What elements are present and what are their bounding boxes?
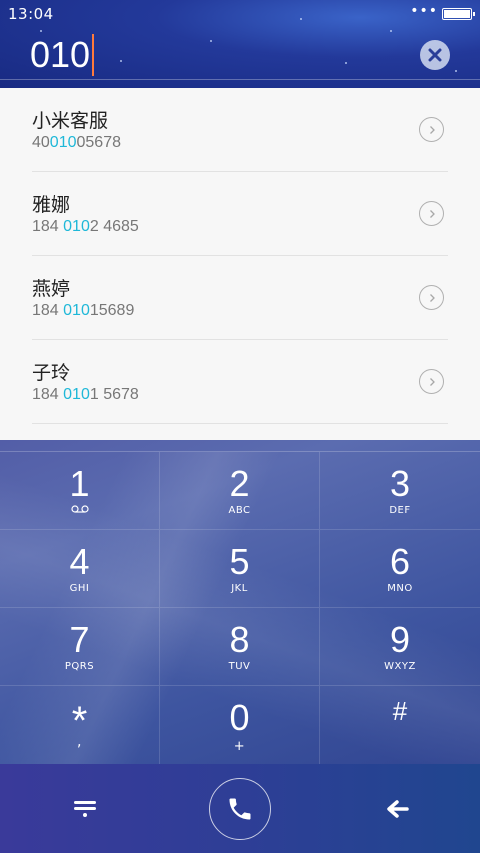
contact-name: 子玲 [32, 362, 71, 384]
key-0[interactable]: 0 + [160, 686, 320, 764]
chevron-right-icon [429, 209, 435, 218]
dial-number-text: 010 [30, 34, 91, 75]
key-9[interactable]: 9 WXYZ [320, 608, 480, 686]
key-4[interactable]: 4 GHI [0, 530, 160, 608]
backspace-button[interactable] [382, 794, 412, 824]
chevron-right-icon [429, 377, 435, 386]
match-highlight: 010 [63, 386, 90, 403]
chevron-right-icon [429, 293, 435, 302]
contact-item[interactable]: 雅娜 184 0102 4685 [32, 172, 448, 256]
key-hash[interactable]: # [320, 686, 480, 764]
key-7[interactable]: 7 PQRS [0, 608, 160, 686]
bottom-action-bar [0, 764, 480, 853]
status-dots: ••• [410, 3, 438, 19]
dial-keypad: 1 2 ABC 3 DEF 4 GHI 5 JKL 6 MNO 7 PQRS 8… [0, 452, 480, 764]
contact-name: 小米客服 [32, 110, 109, 132]
contact-item[interactable]: 小米客服 4001005678 [32, 88, 448, 172]
chevron-right-icon [429, 125, 435, 134]
contact-number: 184 0101 5678 [32, 386, 139, 403]
contact-detail-button[interactable] [419, 117, 444, 142]
header-divider [0, 79, 480, 80]
contact-detail-button[interactable] [419, 369, 444, 394]
contact-detail-button[interactable] [419, 201, 444, 226]
match-highlight: 010 [49, 134, 77, 151]
match-highlight: 010 [63, 302, 90, 319]
contact-number: 184 0102 4685 [32, 218, 139, 235]
backspace-arrow-icon [387, 800, 409, 818]
contact-item[interactable]: 子玲 184 0101 5678 [32, 340, 448, 424]
key-8[interactable]: 8 TUV [160, 608, 320, 686]
contact-name: 燕婷 [32, 278, 71, 300]
menu-button[interactable] [70, 794, 100, 824]
dial-number-input[interactable]: 010 [30, 32, 95, 78]
status-bar: 13:04 ••• [0, 0, 480, 28]
key-star[interactable]: * , [0, 686, 160, 764]
battery-icon [442, 8, 475, 20]
contact-detail-button[interactable] [419, 285, 444, 310]
clear-icon [428, 48, 442, 62]
voicemail-icon [70, 504, 89, 513]
phone-icon [229, 798, 251, 820]
match-highlight: 010 [63, 218, 90, 235]
contact-item[interactable]: 燕婷 184 01015689 [32, 256, 448, 340]
status-time: 13:04 [8, 5, 54, 23]
contact-number: 4001005678 [32, 134, 121, 151]
call-button[interactable] [209, 778, 271, 840]
dialer-header: 13:04 ••• 010 [0, 0, 480, 88]
text-caret [92, 34, 95, 76]
key-3[interactable]: 3 DEF [320, 452, 480, 530]
key-1[interactable]: 1 [0, 452, 160, 530]
key-2[interactable]: 2 ABC [160, 452, 320, 530]
clear-input-button[interactable] [420, 40, 450, 70]
key-6[interactable]: 6 MNO [320, 530, 480, 608]
contact-number: 184 01015689 [32, 302, 135, 319]
key-5[interactable]: 5 JKL [160, 530, 320, 608]
menu-icon [74, 801, 96, 817]
contact-name: 雅娜 [32, 194, 71, 216]
contact-results-list: 小米客服 4001005678 雅娜 184 0102 4685 燕婷 184 … [0, 88, 480, 440]
